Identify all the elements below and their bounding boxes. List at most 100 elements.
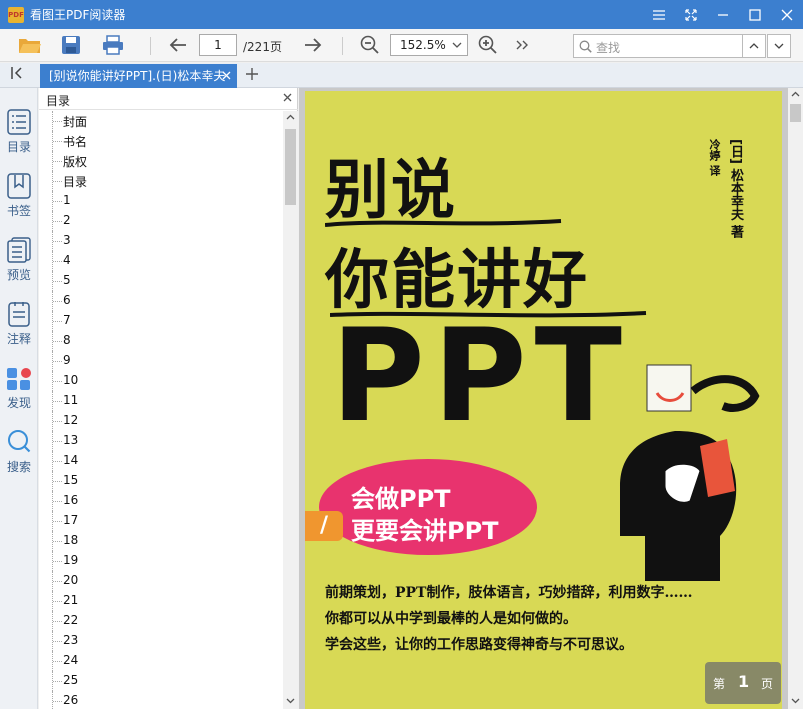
outline-item-label: 3 (63, 233, 71, 247)
chevron-up-icon (749, 43, 759, 49)
zoom-in-icon[interactable] (476, 34, 500, 56)
outline-item[interactable]: 4 (39, 251, 283, 271)
outline-item[interactable]: 3 (39, 231, 283, 251)
search-previous-button[interactable] (742, 34, 766, 58)
window-title: 看图王PDF阅读器 (30, 8, 126, 22)
outline-item[interactable]: 12 (39, 411, 283, 431)
outline-header: 目录 (39, 88, 298, 110)
scroll-up-icon[interactable] (286, 113, 295, 123)
more-tools-icon[interactable] (510, 34, 534, 56)
new-tab-icon[interactable] (246, 65, 258, 84)
search-icon (8, 430, 31, 453)
fullscreen-icon[interactable] (675, 0, 707, 29)
tree-connector (53, 581, 62, 582)
page-indicator-prefix: 第 (713, 677, 726, 691)
outline-item[interactable]: 2 (39, 211, 283, 231)
search-next-button[interactable] (767, 34, 791, 58)
collapse-sidebar-icon[interactable] (10, 66, 24, 84)
print-icon[interactable] (101, 34, 125, 56)
outline-item-label: 8 (63, 333, 71, 347)
app-logo-icon: PDF (8, 6, 24, 23)
outline-item[interactable]: 封面 (39, 111, 283, 131)
outline-item-label: 10 (63, 373, 79, 387)
tree-connector (53, 321, 62, 322)
outline-item[interactable]: 19 (39, 551, 283, 571)
outline-item[interactable]: 13 (39, 431, 283, 451)
tree-connector (53, 681, 62, 682)
outline-panel: 目录 封面 书名 版权 目录 1 2 3 4 5 6 7 8 9 10 11 12 13 14 15 16 17 18 19… (39, 88, 298, 709)
rail-label: 注释 (6, 332, 31, 346)
outline-item[interactable]: 20 (39, 571, 283, 591)
tree-connector (53, 281, 62, 282)
tree-connector (53, 641, 62, 642)
outline-item[interactable]: 9 (39, 351, 283, 371)
tree-connector (53, 221, 62, 222)
document-tab[interactable]: [别说你能讲好PPT].(日)松本幸夫 (40, 64, 237, 88)
outline-item[interactable]: 目录 (39, 171, 283, 191)
document-tab-label: [别说你能讲好PPT].(日)松本幸夫 (49, 69, 226, 83)
outline-item[interactable]: 25 (39, 671, 283, 691)
outline-item[interactable]: 7 (39, 311, 283, 331)
page-indicator-suffix: 页 (761, 677, 774, 691)
tree-connector (53, 361, 62, 362)
outline-item[interactable]: 6 (39, 291, 283, 311)
toolbar-divider (150, 37, 151, 55)
zoom-out-icon[interactable] (358, 34, 382, 56)
toc-icon (7, 109, 31, 135)
tree-connector (53, 601, 62, 602)
minimize-icon[interactable] (707, 0, 739, 29)
previous-page-icon[interactable] (166, 34, 190, 56)
cover-translator: 冷婷 译 (708, 139, 721, 176)
next-page-icon[interactable] (301, 34, 325, 56)
scroll-up-icon[interactable] (791, 90, 800, 100)
outline-list: 封面 书名 版权 目录 1 2 3 4 5 6 7 8 9 10 11 12 13 14 15 16 17 18 19 20 2… (39, 111, 283, 709)
outline-item[interactable]: 1 (39, 191, 283, 211)
outline-item[interactable]: 11 (39, 391, 283, 411)
outline-item[interactable]: 21 (39, 591, 283, 611)
outline-item[interactable]: 书名 (39, 131, 283, 151)
outline-item[interactable]: 版权 (39, 151, 283, 171)
tree-connector (53, 241, 62, 242)
page-total: /221页 (243, 40, 282, 54)
document-view[interactable]: 别说 你能讲好 PPT [日] 松本幸夫 著 冷婷 译 会做PPT 更要会讲PP… (299, 88, 788, 709)
outline-item-label: 19 (63, 553, 79, 567)
rail-item-search[interactable]: 搜索 (0, 424, 38, 484)
close-outline-icon[interactable] (283, 91, 292, 105)
rail-item-preview[interactable]: 预览 (0, 232, 38, 292)
outline-item[interactable]: 5 (39, 271, 283, 291)
outline-item-label: 13 (63, 433, 79, 447)
maximize-icon[interactable] (739, 0, 771, 29)
cover-title-ppt: PPT (331, 302, 630, 451)
close-tab-icon[interactable] (222, 64, 231, 88)
outline-item[interactable]: 23 (39, 631, 283, 651)
outline-item[interactable]: 14 (39, 451, 283, 471)
outline-item[interactable]: 22 (39, 611, 283, 631)
outline-item[interactable]: 24 (39, 651, 283, 671)
save-icon[interactable] (59, 34, 83, 56)
outline-item[interactable]: 17 (39, 511, 283, 531)
open-folder-icon[interactable] (18, 34, 42, 56)
outline-item[interactable]: 10 (39, 371, 283, 391)
scrollbar-thumb[interactable] (790, 104, 801, 122)
outline-scrollbar[interactable] (283, 111, 298, 709)
rail-item-toc[interactable]: 目录 (0, 104, 38, 164)
scrollbar-thumb[interactable] (285, 129, 296, 205)
outline-item[interactable]: 18 (39, 531, 283, 551)
rail-item-annotation[interactable]: 注释 (0, 296, 38, 356)
document-scrollbar[interactable] (788, 88, 803, 709)
search-input[interactable]: 查找 (573, 34, 743, 58)
outline-item[interactable]: 16 (39, 491, 283, 511)
close-icon[interactable] (771, 0, 803, 29)
scroll-down-icon[interactable] (791, 697, 800, 707)
rail-item-bookmark[interactable]: 书签 (0, 168, 38, 228)
menu-icon[interactable] (643, 0, 675, 29)
page-number-input[interactable]: 1 (199, 34, 237, 56)
rail-item-discover[interactable]: 发现 (0, 360, 38, 420)
zoom-select[interactable]: 152.5% (390, 34, 468, 56)
outline-item[interactable]: 15 (39, 471, 283, 491)
scroll-down-icon[interactable] (286, 697, 295, 707)
presenter-illustration (620, 364, 760, 581)
zoom-value: 152.5% (400, 38, 446, 52)
outline-item[interactable]: 26 (39, 691, 283, 709)
outline-item[interactable]: 8 (39, 331, 283, 351)
